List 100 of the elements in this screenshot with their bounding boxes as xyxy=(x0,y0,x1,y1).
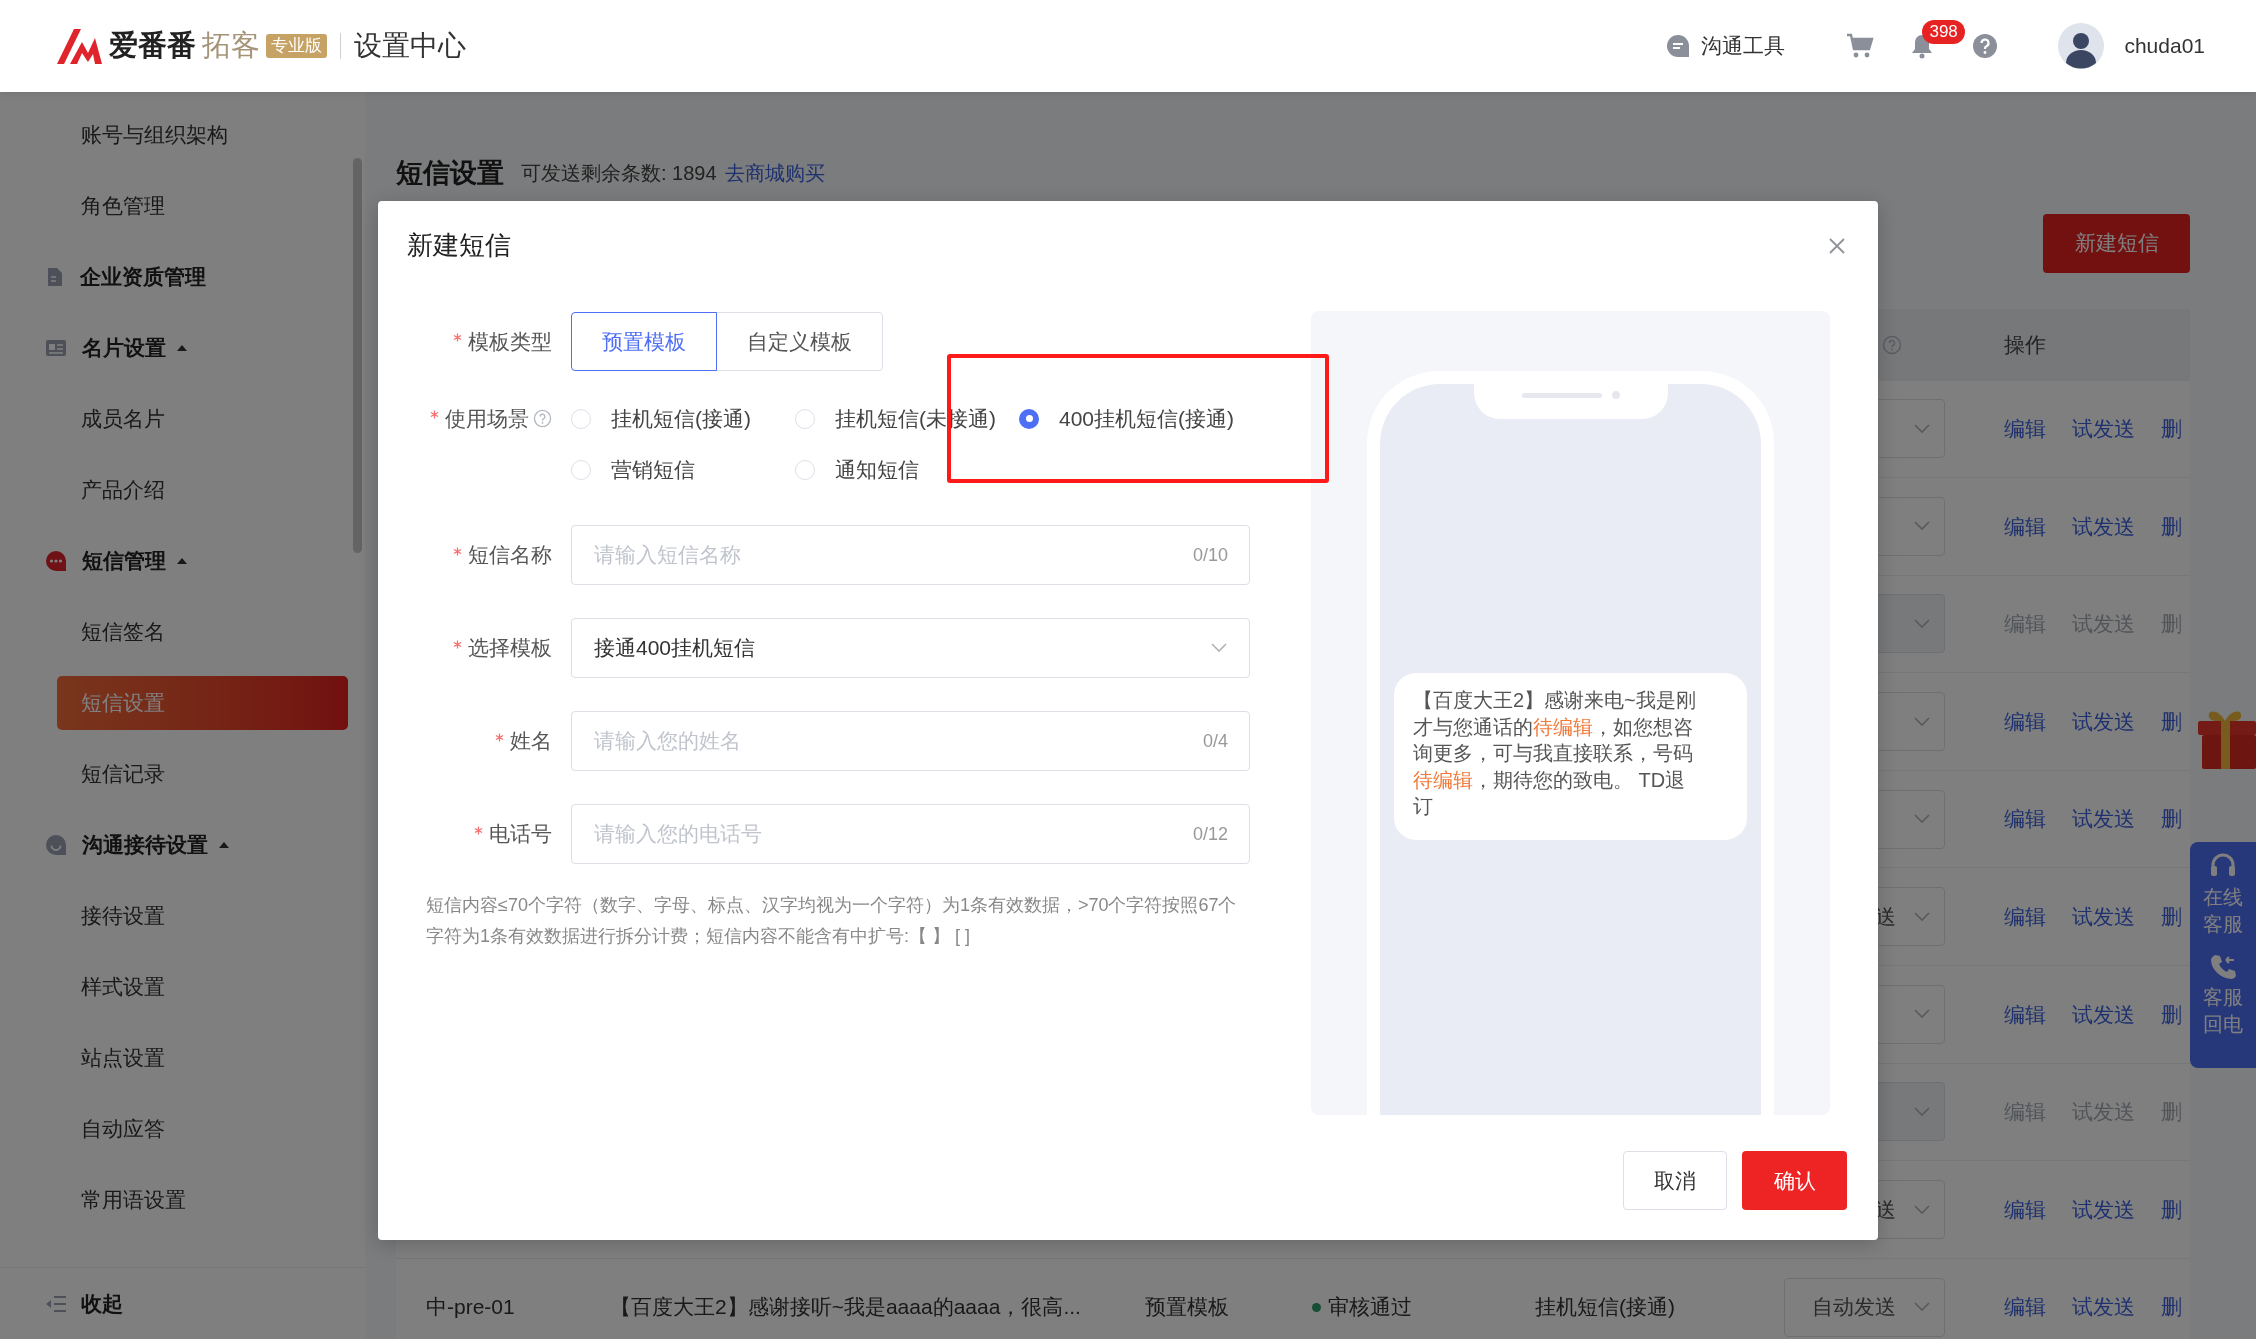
radio-button[interactable] xyxy=(571,459,591,480)
chevron-down-icon xyxy=(1914,1106,1930,1117)
notification-badge: 398 xyxy=(1922,20,1965,44)
template-type-tab[interactable]: 自定义模板 xyxy=(716,312,883,371)
action-link[interactable]: 试发送 xyxy=(2072,1193,2135,1226)
action-link[interactable]: 删 xyxy=(2161,1193,2182,1226)
chevron-down-icon xyxy=(1914,1302,1930,1313)
table-cell: 中-pre-01 xyxy=(426,1295,515,1319)
cart-icon[interactable] xyxy=(1846,33,1875,59)
chevron-down-icon xyxy=(1914,814,1930,825)
chat-icon xyxy=(45,549,67,572)
action-link[interactable]: 删 xyxy=(2161,705,2182,738)
chevron-down-icon xyxy=(1914,423,1930,434)
sidebar-item[interactable]: 接待设置 xyxy=(57,888,348,943)
action-link[interactable]: 删 xyxy=(2161,803,2182,835)
radio-button[interactable] xyxy=(571,408,591,429)
radio-label[interactable]: 挂机短信(接通) xyxy=(611,402,751,435)
confirm-button[interactable]: 确认 xyxy=(1742,1151,1847,1210)
avatar-icon[interactable] xyxy=(2058,23,2105,69)
field-label: 姓名 xyxy=(510,728,552,755)
toolbar-link[interactable]: 沟通工具 xyxy=(1665,30,1786,62)
logo-name: 爱番番 xyxy=(109,28,196,64)
send-mode-select[interactable]: 自动发送 xyxy=(1784,1277,1945,1337)
action-link[interactable]: 删 xyxy=(2161,1291,2182,1323)
chevron-down-icon xyxy=(1914,911,1930,922)
sidebar-item[interactable]: 站点设置 xyxy=(57,1030,348,1085)
action-link[interactable]: 试发送 xyxy=(2072,705,2135,738)
action-link[interactable]: 编辑 xyxy=(2004,1193,2046,1226)
sidebar-item[interactable]: 样式设置 xyxy=(57,959,348,1014)
action-link[interactable]: 试发送 xyxy=(2072,901,2135,933)
sidebar-item[interactable]: 自动应答 xyxy=(57,1101,348,1156)
sidebar-item[interactable]: 成员名片 xyxy=(57,391,348,446)
chevron-down-icon xyxy=(1914,1204,1930,1215)
sidebar-item[interactable]: 常用语设置 xyxy=(57,1172,348,1227)
edition-badge: 专业版 xyxy=(266,34,327,58)
field-label: 电话号 xyxy=(489,821,552,848)
username[interactable]: chuda01 xyxy=(2124,30,2205,62)
chevron-down-icon xyxy=(1914,521,1930,532)
action-link[interactable]: 编辑 xyxy=(2004,510,2046,543)
sidebar-item[interactable]: 短信记录 xyxy=(57,746,348,801)
scrollbar[interactable] xyxy=(353,158,362,553)
dialog-title: 新建短信 xyxy=(407,228,511,262)
new-sms-button[interactable]: 新建短信 xyxy=(2043,213,2190,273)
sidebar-group[interactable]: 短信管理 xyxy=(45,544,188,577)
close-icon[interactable] xyxy=(1827,236,1847,256)
chevron-down-icon xyxy=(1914,619,1930,629)
message-text: 【百度大王2】感谢来电~我是刚才与您通话的待编辑，如您想咨询更多，可与我直接联系，号码 待编辑，期待您的致电。 TD退订 xyxy=(1413,688,1697,820)
radio-label[interactable]: 400挂机短信(接通) xyxy=(1059,402,1235,435)
action-link[interactable]: 删 xyxy=(2161,413,2182,445)
action-link[interactable]: 试发送 xyxy=(2072,998,2135,1031)
help-icon[interactable] xyxy=(1882,334,1902,355)
action-link[interactable]: 编辑 xyxy=(2004,998,2046,1031)
help-icon[interactable] xyxy=(533,409,552,428)
sidebar-item[interactable]: 短信签名 xyxy=(57,604,348,659)
radio-button[interactable] xyxy=(795,408,815,429)
sidebar-item[interactable]: 短信设置 xyxy=(57,675,348,730)
radio-label[interactable]: 营销短信 xyxy=(611,453,695,486)
action-link[interactable]: 编辑 xyxy=(2004,803,2046,835)
chevron-down-icon xyxy=(1914,716,1930,727)
action-link[interactable]: 编辑 xyxy=(2004,705,2046,738)
help-icon[interactable] xyxy=(1972,33,1999,59)
sidebar-group[interactable]: 企业资质管理 xyxy=(45,260,206,293)
chevron-down-icon xyxy=(1211,643,1227,653)
char-counter: 0/10 xyxy=(1192,544,1228,567)
store-link[interactable]: 去商城购买 xyxy=(724,158,825,189)
action-link[interactable]: 编辑 xyxy=(2004,1291,2046,1323)
table-cell: 预置模板 xyxy=(1145,1295,1229,1319)
column-header: 操作 xyxy=(2004,332,2046,356)
remaining-count: 可发送剩余条数: 1894 xyxy=(521,161,717,187)
phone-icon xyxy=(2209,952,2237,980)
template-type-tab[interactable]: 预置模板 xyxy=(571,312,717,371)
radio-button[interactable] xyxy=(795,459,815,480)
action-link[interactable]: 试发送 xyxy=(2072,1291,2135,1323)
page-title: 短信设置 xyxy=(396,157,504,190)
table-cell: 挂机短信(接通) xyxy=(1535,1295,1675,1319)
action-link[interactable]: 编辑 xyxy=(2004,901,2046,933)
action-link[interactable]: 删 xyxy=(2161,998,2182,1031)
document-icon xyxy=(45,266,65,287)
sidebar-item[interactable]: 账号与组织架构 xyxy=(57,107,348,162)
field-label: 使用场景 xyxy=(445,405,529,432)
action-link[interactable]: 试发送 xyxy=(2072,510,2135,543)
radio-button[interactable] xyxy=(1019,408,1039,429)
sidebar-item[interactable]: 产品介绍 xyxy=(57,462,348,517)
service-link[interactable]: 在线客服 xyxy=(2203,884,2243,938)
chevron-down-icon xyxy=(1914,1009,1930,1020)
radio-label[interactable]: 通知短信 xyxy=(835,453,919,486)
collapse-button[interactable]: 收起 xyxy=(45,1287,123,1320)
action-link[interactable]: 试发送 xyxy=(2072,413,2135,445)
template-select[interactable]: 接通400挂机短信 xyxy=(571,618,1250,678)
action-link[interactable]: 删 xyxy=(2161,510,2182,543)
action-link[interactable]: 试发送 xyxy=(2072,803,2135,835)
sidebar-group[interactable]: 名片设置 xyxy=(45,331,188,364)
sidebar-item[interactable]: 角色管理 xyxy=(57,178,348,233)
hint-text: 短信内容≤70个字符（数字、字母、标点、汉字均视为一个字符）为1条有效数据，>70个字符按照67个字符为1条有效数据进行拆分计费；短信内容不能含有中扩号:【 】 [ ] xyxy=(426,894,1238,948)
sidebar-group[interactable]: 沟通接待设置 xyxy=(45,828,230,861)
cancel-button[interactable]: 取消 xyxy=(1623,1151,1727,1210)
service-link[interactable]: 客服回电 xyxy=(2203,984,2243,1038)
field-label: 选择模板 xyxy=(468,635,552,662)
action-link[interactable]: 编辑 xyxy=(2004,413,2046,445)
action-link[interactable]: 删 xyxy=(2161,901,2182,933)
